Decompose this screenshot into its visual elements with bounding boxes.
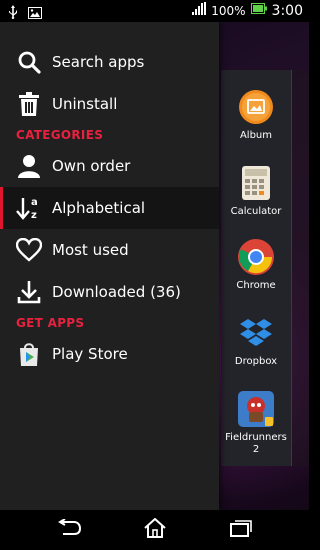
app-chrome[interactable]: Chrome — [221, 238, 291, 292]
person-icon — [16, 153, 42, 179]
uninstall-label: Uninstall — [52, 95, 118, 113]
own-order-item[interactable]: Own order — [0, 145, 219, 187]
play-store-label: Play Store — [52, 345, 128, 363]
clock: 3:00 — [271, 2, 303, 19]
app-label: Chrome — [236, 280, 276, 291]
play-store-icon — [16, 341, 42, 367]
search-apps-label: Search apps — [52, 53, 145, 71]
svg-text:z: z — [31, 210, 37, 221]
alphabetical-label: Alphabetical — [52, 199, 146, 217]
download-icon — [16, 279, 42, 305]
play-store-item[interactable]: Play Store — [0, 333, 219, 375]
back-icon — [57, 518, 82, 541]
downloaded-item[interactable]: Downloaded (36) — [0, 271, 219, 313]
battery-icon — [250, 3, 267, 18]
app-album[interactable]: Album — [221, 88, 291, 142]
calculator-icon — [237, 164, 275, 202]
app-calculator[interactable]: Calculator — [221, 164, 291, 218]
recent-apps-button[interactable] — [228, 518, 254, 542]
navigation-bar — [0, 510, 309, 550]
app-label: Fieldrunners 2 — [225, 432, 287, 455]
app-panel-edge — [292, 70, 309, 466]
heart-icon — [16, 237, 42, 263]
app-label: Calculator — [230, 206, 282, 217]
home-button[interactable] — [142, 517, 168, 542]
app-label: Dropbox — [234, 356, 278, 367]
dropbox-icon — [237, 314, 275, 352]
navigation-drawer: Search apps Uninstall CATEGORIES Own ord… — [0, 22, 219, 510]
get-apps-header: GET APPS — [16, 316, 85, 330]
album-icon — [237, 88, 275, 126]
home-icon — [144, 517, 166, 542]
search-icon — [16, 49, 42, 75]
uninstall-item[interactable]: Uninstall — [0, 83, 219, 125]
sort-alpha-icon: az — [16, 195, 42, 221]
app-label: Album — [239, 130, 273, 141]
battery-percent: 100% — [211, 3, 246, 18]
categories-header: CATEGORIES — [16, 128, 104, 142]
most-used-label: Most used — [52, 241, 129, 259]
alphabetical-item[interactable]: az Alphabetical — [0, 187, 219, 229]
status-bar: 100% 3:00 — [0, 0, 309, 22]
app-dropbox[interactable]: Dropbox — [221, 314, 291, 368]
recent-apps-icon — [230, 519, 252, 541]
back-button[interactable] — [56, 518, 82, 542]
own-order-label: Own order — [52, 157, 131, 175]
svg-text:a: a — [31, 197, 38, 208]
most-used-item[interactable]: Most used — [0, 229, 219, 271]
fieldrunners-icon — [237, 390, 275, 428]
downloaded-label: Downloaded (36) — [52, 283, 181, 301]
usb-icon — [8, 4, 18, 23]
trash-icon — [16, 91, 42, 117]
signal-icon — [192, 2, 207, 19]
app-fieldrunners-2[interactable]: Fieldrunners 2 — [221, 390, 291, 456]
image-icon — [28, 4, 42, 23]
chrome-icon — [237, 238, 275, 276]
search-apps-item[interactable]: Search apps — [0, 41, 219, 83]
